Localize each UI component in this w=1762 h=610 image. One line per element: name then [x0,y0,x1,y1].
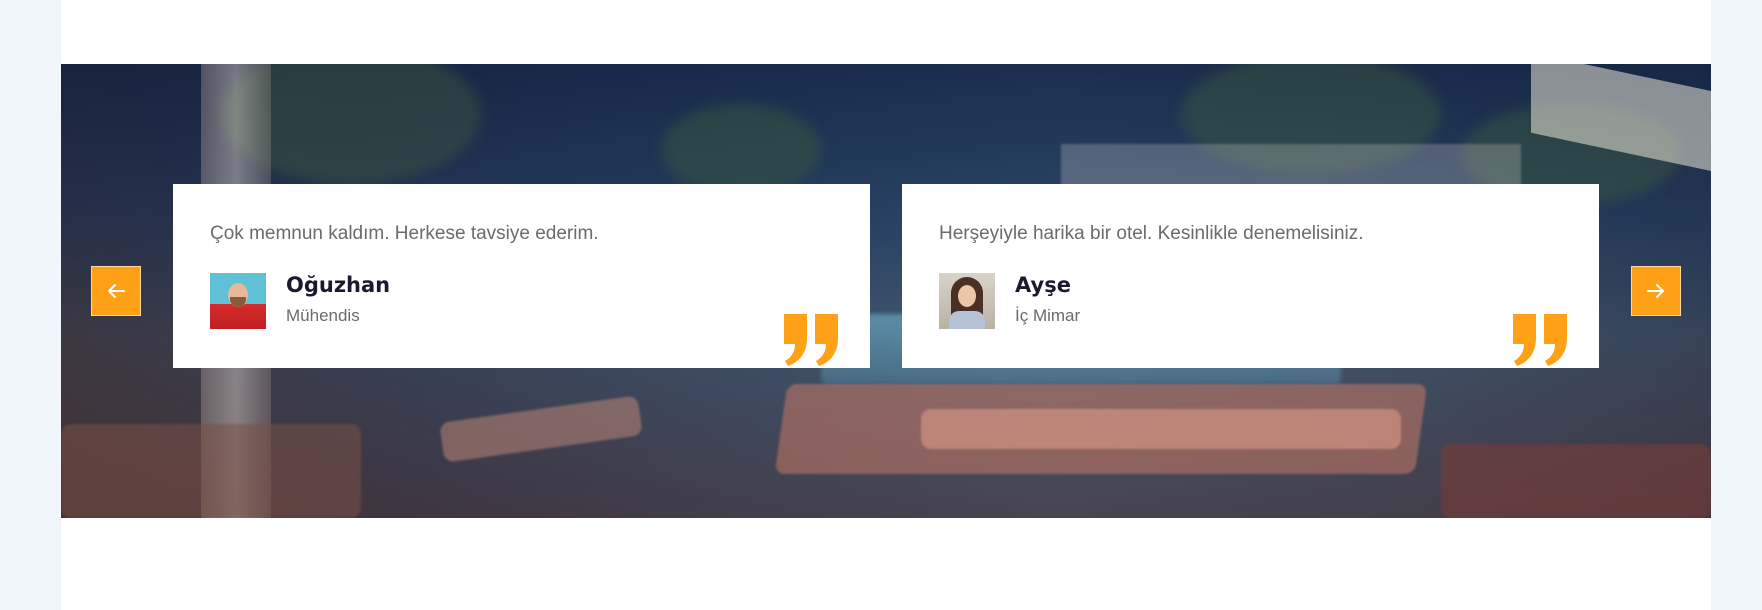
background-palm [221,64,481,184]
arrow-left-icon [108,284,125,298]
testimonial-role: Mühendis [286,306,360,325]
testimonial-text: Çok memnun kaldım. Herkese tavsiye ederi… [210,223,599,244]
background-lounger [1441,444,1711,518]
testimonial-name: Ayşe [1015,273,1071,297]
testimonial-section: Çok memnun kaldım. Herkese tavsiye ederi… [61,64,1711,518]
arrow-right-icon [1647,284,1664,298]
testimonial-name: Oğuzhan [286,273,391,297]
testimonial-role: İç Mimar [1015,306,1081,325]
carousel-prev-button[interactable] [91,266,141,316]
testimonial-card: Herşeyiyle harika bir otel. Kesinlikle d… [902,184,1599,368]
testimonial-card: Çok memnun kaldım. Herkese tavsiye ederi… [173,184,870,368]
background-lounger [921,409,1401,449]
quote-right-icon [784,314,838,366]
background-lounger [774,384,1428,474]
background-lounger [61,424,361,518]
background-lounger [439,395,643,463]
quote-right-icon [1513,314,1567,366]
testimonial-text: Herşeyiyle harika bir otel. Kesinlikle d… [939,223,1364,244]
avatar-body [949,311,985,329]
background-palm [661,104,821,194]
avatar [210,273,266,329]
avatar-beard [230,297,246,307]
background-palm [1181,64,1441,174]
avatar-woman-icon [958,285,976,307]
page-container: Çok memnun kaldım. Herkese tavsiye ederi… [61,0,1711,610]
background-awning [1531,64,1711,176]
carousel-next-button[interactable] [1631,266,1681,316]
avatar [939,273,995,329]
